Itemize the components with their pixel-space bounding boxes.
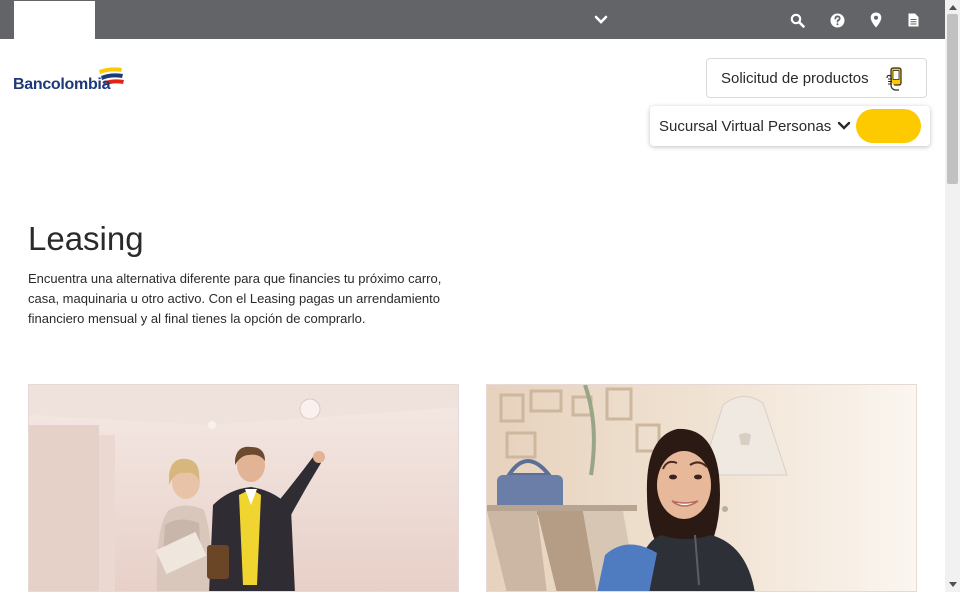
leasing-card-housing-image[interactable]: [28, 384, 459, 592]
page-title: Leasing: [28, 220, 144, 257]
sucursal-virtual-dropdown[interactable]: Sucursal Virtual Personas: [650, 106, 930, 146]
scrollbar-thumb[interactable]: [947, 14, 958, 184]
page-description: Encuentra una alternativa diferente para…: [28, 271, 442, 326]
document-icon[interactable]: [903, 10, 923, 30]
leasing-card-business-image[interactable]: [486, 384, 917, 592]
scroll-up-icon[interactable]: [945, 0, 960, 14]
search-icon[interactable]: [787, 10, 807, 30]
bancolombia-logo[interactable]: Bancolombia: [13, 64, 128, 96]
shop-owner-photo: [487, 385, 916, 591]
chevron-down-icon: [837, 119, 851, 133]
product-request-label: Solicitud de productos: [721, 69, 869, 87]
vertical-scrollbar[interactable]: [945, 0, 960, 592]
login-button[interactable]: [856, 109, 921, 143]
active-segment-tab[interactable]: [14, 1, 95, 39]
hand-phone-icon: [886, 67, 902, 91]
product-request-button[interactable]: Solicitud de productos: [706, 58, 927, 98]
sucursal-virtual-label: Sucursal Virtual Personas: [659, 117, 832, 135]
couple-house-photo: [29, 385, 458, 591]
chevron-down-icon[interactable]: [591, 10, 611, 30]
location-pin-icon[interactable]: [866, 10, 886, 30]
help-icon[interactable]: [827, 10, 847, 30]
logo-wordmark: Bancolombia: [13, 76, 111, 93]
top-utility-bar: [0, 0, 945, 39]
scroll-down-icon[interactable]: [945, 578, 960, 592]
